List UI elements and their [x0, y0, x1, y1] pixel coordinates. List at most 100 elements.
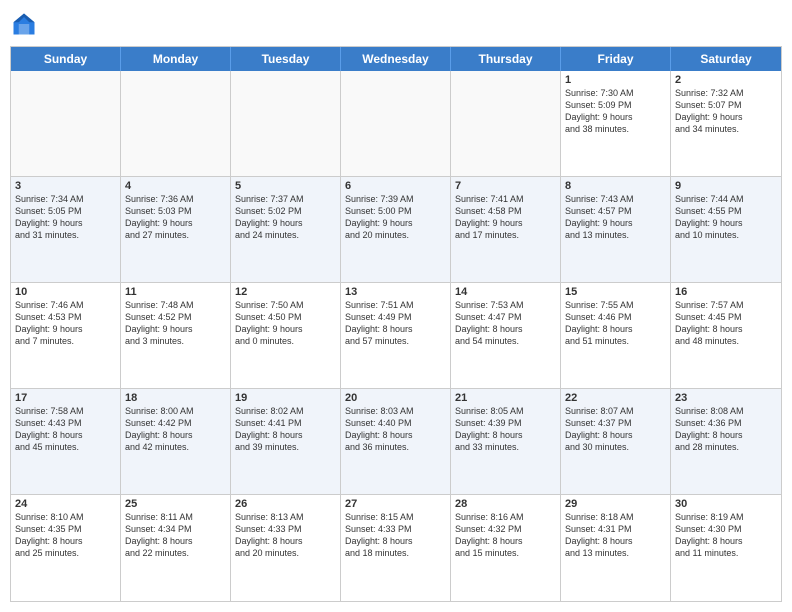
day-number: 9 — [675, 180, 777, 192]
day-number: 13 — [345, 286, 446, 298]
calendar-cell-2-6: 16Sunrise: 7:57 AM Sunset: 4:45 PM Dayli… — [671, 283, 781, 388]
calendar-cell-3-5: 22Sunrise: 8:07 AM Sunset: 4:37 PM Dayli… — [561, 389, 671, 494]
day-info: Sunrise: 7:32 AM Sunset: 5:07 PM Dayligh… — [675, 87, 777, 136]
weekday-header-saturday: Saturday — [671, 47, 781, 71]
calendar: SundayMondayTuesdayWednesdayThursdayFrid… — [10, 46, 782, 602]
day-info: Sunrise: 8:15 AM Sunset: 4:33 PM Dayligh… — [345, 511, 446, 560]
calendar-cell-1-2: 5Sunrise: 7:37 AM Sunset: 5:02 PM Daylig… — [231, 177, 341, 282]
calendar-cell-3-2: 19Sunrise: 8:02 AM Sunset: 4:41 PM Dayli… — [231, 389, 341, 494]
calendar-cell-2-3: 13Sunrise: 7:51 AM Sunset: 4:49 PM Dayli… — [341, 283, 451, 388]
calendar-header: SundayMondayTuesdayWednesdayThursdayFrid… — [11, 47, 781, 71]
day-number: 4 — [125, 180, 226, 192]
calendar-row-0: 1Sunrise: 7:30 AM Sunset: 5:09 PM Daylig… — [11, 71, 781, 177]
day-info: Sunrise: 7:39 AM Sunset: 5:00 PM Dayligh… — [345, 193, 446, 242]
day-info: Sunrise: 7:55 AM Sunset: 4:46 PM Dayligh… — [565, 299, 666, 348]
day-info: Sunrise: 8:18 AM Sunset: 4:31 PM Dayligh… — [565, 511, 666, 560]
day-number: 3 — [15, 180, 116, 192]
day-info: Sunrise: 7:50 AM Sunset: 4:50 PM Dayligh… — [235, 299, 336, 348]
calendar-cell-0-1 — [121, 71, 231, 176]
calendar-cell-0-0 — [11, 71, 121, 176]
day-info: Sunrise: 8:00 AM Sunset: 4:42 PM Dayligh… — [125, 405, 226, 454]
day-info: Sunrise: 7:43 AM Sunset: 4:57 PM Dayligh… — [565, 193, 666, 242]
calendar-cell-1-0: 3Sunrise: 7:34 AM Sunset: 5:05 PM Daylig… — [11, 177, 121, 282]
calendar-row-4: 24Sunrise: 8:10 AM Sunset: 4:35 PM Dayli… — [11, 495, 781, 601]
day-number: 30 — [675, 498, 777, 510]
day-number: 28 — [455, 498, 556, 510]
calendar-cell-2-4: 14Sunrise: 7:53 AM Sunset: 4:47 PM Dayli… — [451, 283, 561, 388]
calendar-cell-1-4: 7Sunrise: 7:41 AM Sunset: 4:58 PM Daylig… — [451, 177, 561, 282]
calendar-cell-0-5: 1Sunrise: 7:30 AM Sunset: 5:09 PM Daylig… — [561, 71, 671, 176]
calendar-cell-3-6: 23Sunrise: 8:08 AM Sunset: 4:36 PM Dayli… — [671, 389, 781, 494]
day-number: 8 — [565, 180, 666, 192]
day-number: 2 — [675, 74, 777, 86]
page: SundayMondayTuesdayWednesdayThursdayFrid… — [0, 0, 792, 612]
day-info: Sunrise: 7:36 AM Sunset: 5:03 PM Dayligh… — [125, 193, 226, 242]
day-number: 12 — [235, 286, 336, 298]
day-number: 17 — [15, 392, 116, 404]
logo-icon — [10, 10, 38, 38]
logo — [10, 10, 42, 38]
day-info: Sunrise: 8:19 AM Sunset: 4:30 PM Dayligh… — [675, 511, 777, 560]
day-info: Sunrise: 8:03 AM Sunset: 4:40 PM Dayligh… — [345, 405, 446, 454]
day-info: Sunrise: 7:51 AM Sunset: 4:49 PM Dayligh… — [345, 299, 446, 348]
day-info: Sunrise: 7:53 AM Sunset: 4:47 PM Dayligh… — [455, 299, 556, 348]
day-info: Sunrise: 8:05 AM Sunset: 4:39 PM Dayligh… — [455, 405, 556, 454]
day-info: Sunrise: 7:44 AM Sunset: 4:55 PM Dayligh… — [675, 193, 777, 242]
day-number: 15 — [565, 286, 666, 298]
day-info: Sunrise: 8:13 AM Sunset: 4:33 PM Dayligh… — [235, 511, 336, 560]
weekday-header-monday: Monday — [121, 47, 231, 71]
day-info: Sunrise: 7:41 AM Sunset: 4:58 PM Dayligh… — [455, 193, 556, 242]
calendar-cell-0-2 — [231, 71, 341, 176]
calendar-cell-2-1: 11Sunrise: 7:48 AM Sunset: 4:52 PM Dayli… — [121, 283, 231, 388]
day-number: 5 — [235, 180, 336, 192]
calendar-cell-1-3: 6Sunrise: 7:39 AM Sunset: 5:00 PM Daylig… — [341, 177, 451, 282]
calendar-cell-4-2: 26Sunrise: 8:13 AM Sunset: 4:33 PM Dayli… — [231, 495, 341, 601]
day-number: 14 — [455, 286, 556, 298]
day-info: Sunrise: 8:11 AM Sunset: 4:34 PM Dayligh… — [125, 511, 226, 560]
day-info: Sunrise: 7:57 AM Sunset: 4:45 PM Dayligh… — [675, 299, 777, 348]
day-number: 27 — [345, 498, 446, 510]
day-number: 29 — [565, 498, 666, 510]
day-info: Sunrise: 7:58 AM Sunset: 4:43 PM Dayligh… — [15, 405, 116, 454]
calendar-row-1: 3Sunrise: 7:34 AM Sunset: 5:05 PM Daylig… — [11, 177, 781, 283]
day-info: Sunrise: 8:16 AM Sunset: 4:32 PM Dayligh… — [455, 511, 556, 560]
day-info: Sunrise: 7:48 AM Sunset: 4:52 PM Dayligh… — [125, 299, 226, 348]
calendar-cell-4-6: 30Sunrise: 8:19 AM Sunset: 4:30 PM Dayli… — [671, 495, 781, 601]
calendar-cell-3-1: 18Sunrise: 8:00 AM Sunset: 4:42 PM Dayli… — [121, 389, 231, 494]
calendar-cell-4-1: 25Sunrise: 8:11 AM Sunset: 4:34 PM Dayli… — [121, 495, 231, 601]
calendar-cell-1-5: 8Sunrise: 7:43 AM Sunset: 4:57 PM Daylig… — [561, 177, 671, 282]
day-number: 19 — [235, 392, 336, 404]
calendar-cell-2-5: 15Sunrise: 7:55 AM Sunset: 4:46 PM Dayli… — [561, 283, 671, 388]
day-number: 10 — [15, 286, 116, 298]
weekday-header-friday: Friday — [561, 47, 671, 71]
day-number: 24 — [15, 498, 116, 510]
calendar-cell-4-3: 27Sunrise: 8:15 AM Sunset: 4:33 PM Dayli… — [341, 495, 451, 601]
calendar-row-3: 17Sunrise: 7:58 AM Sunset: 4:43 PM Dayli… — [11, 389, 781, 495]
calendar-cell-3-3: 20Sunrise: 8:03 AM Sunset: 4:40 PM Dayli… — [341, 389, 451, 494]
calendar-cell-3-4: 21Sunrise: 8:05 AM Sunset: 4:39 PM Dayli… — [451, 389, 561, 494]
day-info: Sunrise: 7:37 AM Sunset: 5:02 PM Dayligh… — [235, 193, 336, 242]
header — [10, 10, 782, 38]
day-number: 23 — [675, 392, 777, 404]
day-number: 18 — [125, 392, 226, 404]
calendar-cell-0-6: 2Sunrise: 7:32 AM Sunset: 5:07 PM Daylig… — [671, 71, 781, 176]
day-number: 7 — [455, 180, 556, 192]
weekday-header-thursday: Thursday — [451, 47, 561, 71]
day-number: 22 — [565, 392, 666, 404]
calendar-cell-4-4: 28Sunrise: 8:16 AM Sunset: 4:32 PM Dayli… — [451, 495, 561, 601]
day-info: Sunrise: 8:10 AM Sunset: 4:35 PM Dayligh… — [15, 511, 116, 560]
calendar-cell-1-1: 4Sunrise: 7:36 AM Sunset: 5:03 PM Daylig… — [121, 177, 231, 282]
calendar-cell-4-5: 29Sunrise: 8:18 AM Sunset: 4:31 PM Dayli… — [561, 495, 671, 601]
day-info: Sunrise: 8:02 AM Sunset: 4:41 PM Dayligh… — [235, 405, 336, 454]
calendar-cell-3-0: 17Sunrise: 7:58 AM Sunset: 4:43 PM Dayli… — [11, 389, 121, 494]
calendar-cell-2-2: 12Sunrise: 7:50 AM Sunset: 4:50 PM Dayli… — [231, 283, 341, 388]
day-number: 6 — [345, 180, 446, 192]
weekday-header-tuesday: Tuesday — [231, 47, 341, 71]
day-number: 26 — [235, 498, 336, 510]
calendar-cell-0-4 — [451, 71, 561, 176]
day-info: Sunrise: 8:07 AM Sunset: 4:37 PM Dayligh… — [565, 405, 666, 454]
day-info: Sunrise: 7:30 AM Sunset: 5:09 PM Dayligh… — [565, 87, 666, 136]
day-info: Sunrise: 7:46 AM Sunset: 4:53 PM Dayligh… — [15, 299, 116, 348]
weekday-header-sunday: Sunday — [11, 47, 121, 71]
day-number: 25 — [125, 498, 226, 510]
